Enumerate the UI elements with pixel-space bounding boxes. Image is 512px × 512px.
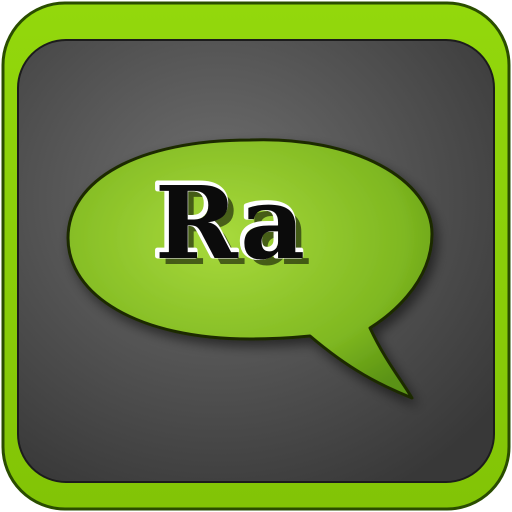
app-icon-graphic: Ra Ra Ra — [1, 1, 511, 511]
app-icon[interactable]: Ra Ra Ra — [0, 0, 512, 512]
icon-label: Ra — [155, 164, 305, 282]
